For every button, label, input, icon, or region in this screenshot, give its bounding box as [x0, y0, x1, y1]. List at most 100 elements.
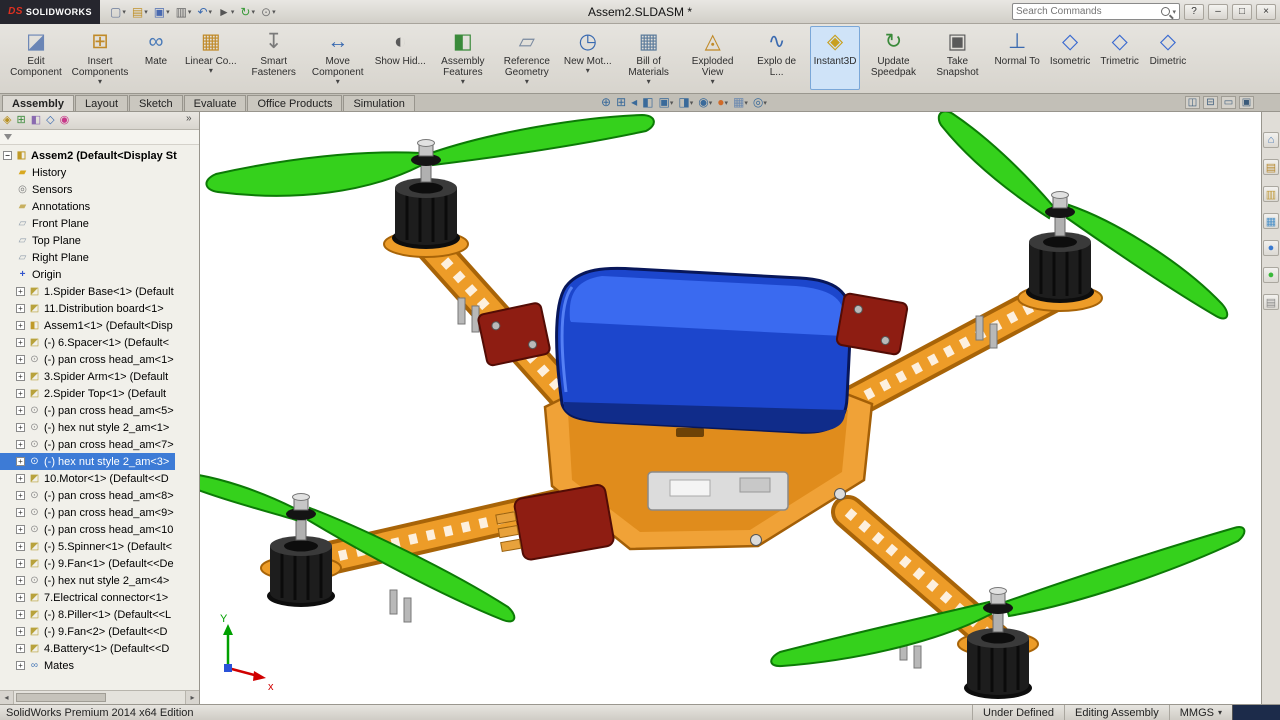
expander-icon[interactable] [16, 474, 25, 483]
pane-split-icon[interactable]: ◫ [1185, 96, 1200, 109]
appearances-icon[interactable]: ● [1263, 240, 1279, 256]
ribbon-button[interactable]: ⊥ Normal To [990, 26, 1043, 90]
close-button[interactable]: × [1256, 4, 1276, 20]
tree-item[interactable]: 3.Spider Arm<1> (Default [0, 368, 199, 385]
view-toolbar-button[interactable]: ◎ [752, 95, 768, 110]
view-toolbar-button[interactable]: ◧ [641, 95, 654, 110]
pane-minimize-icon[interactable]: ▭ [1221, 96, 1236, 109]
expander-icon[interactable] [16, 372, 25, 381]
command-tab[interactable]: Evaluate [184, 95, 247, 111]
propeller-bottom-left[interactable] [200, 474, 514, 622]
tree-item[interactable]: (-) hex nut style 2_am<3> [0, 453, 175, 470]
expander-icon[interactable] [16, 508, 25, 517]
ribbon-button[interactable]: ◈ Instant3D [810, 26, 861, 90]
tree-item[interactable]: (-) 9.Fan<2> (Default<<D [0, 623, 199, 640]
view-toolbar-button[interactable]: ● [716, 95, 729, 110]
ribbon-button[interactable]: ◪ Edit Component [5, 26, 67, 90]
expander-icon[interactable] [16, 406, 25, 415]
propertymanager-tab-icon[interactable]: ⊞ [16, 115, 25, 126]
displaymanager-tab-icon[interactable]: ◉ [60, 115, 70, 126]
tree-item[interactable]: (-) pan cross head_am<1> [0, 351, 199, 368]
expander-icon[interactable] [16, 559, 25, 568]
command-tab[interactable]: Sketch [129, 95, 183, 111]
expander-icon[interactable] [16, 440, 25, 449]
expander-icon[interactable] [16, 304, 25, 313]
distribution-board[interactable] [648, 472, 788, 510]
expander-icon[interactable] [16, 576, 25, 585]
ribbon-button[interactable]: ∿ Explo de L... [746, 26, 808, 90]
view-toolbar-button[interactable]: ▦ [732, 95, 749, 110]
quick-toolbar-button[interactable]: ► ▾ [216, 2, 236, 22]
command-tab[interactable]: Layout [75, 95, 128, 111]
tree-item[interactable]: 11.Distribution board<1> [0, 300, 199, 317]
tree-item[interactable]: 4.Battery<1> (Default<<D [0, 640, 199, 657]
quick-toolbar-button[interactable]: ▢ ▾ [108, 2, 128, 22]
panel-horizontal-scrollbar[interactable]: ◂ ▸ [0, 690, 199, 704]
tree-item[interactable]: 7.Electrical connector<1> [0, 589, 199, 606]
command-tab[interactable]: Assembly [2, 95, 74, 111]
scroll-left-icon[interactable]: ◂ [0, 691, 14, 704]
expander-icon[interactable] [16, 593, 25, 602]
expander-icon[interactable] [16, 287, 25, 296]
scroll-right-icon[interactable]: ▸ [185, 691, 199, 704]
tree-item[interactable]: (-) 8.Piller<1> (Default<<L [0, 606, 199, 623]
tree-item[interactable]: 1.Spider Base<1> (Default [0, 283, 199, 300]
resources-icon[interactable]: ⌂ [1263, 132, 1279, 148]
ribbon-button[interactable]: ↻ Update Speedpak [862, 26, 924, 90]
tree-item[interactable]: Assem2 (Default<Display St [0, 147, 199, 164]
tree-item[interactable]: (-) hex nut style 2_am<4> [0, 572, 199, 589]
expander-icon[interactable] [16, 321, 25, 330]
tree-item[interactable]: Right Plane [0, 249, 199, 266]
battery[interactable] [557, 268, 851, 432]
tree-item[interactable]: (-) 9.Fan<1> (Default<<De [0, 555, 199, 572]
expander-icon[interactable] [16, 627, 25, 636]
status-item[interactable]: Editing Assembly [1064, 705, 1169, 720]
command-tab[interactable]: Office Products [247, 95, 342, 111]
configurationmanager-tab-icon[interactable]: ◧ [31, 115, 41, 126]
ribbon-button[interactable]: ▦ Bill of Materials [618, 26, 680, 90]
pane-horizontal-icon[interactable]: ⊟ [1203, 96, 1218, 109]
view-toolbar-button[interactable]: ▣ [658, 95, 675, 110]
scenes-icon[interactable]: ● [1263, 267, 1279, 283]
expander-icon[interactable] [16, 338, 25, 347]
tree-item[interactable]: (-) pan cross head_am<9> [0, 504, 199, 521]
tree-item[interactable]: (-) pan cross head_am<7> [0, 436, 199, 453]
scroll-track[interactable] [14, 691, 185, 704]
quick-toolbar-button[interactable]: ▥ ▾ [174, 2, 194, 22]
view-toolbar-button[interactable]: ◂ [630, 95, 638, 110]
custom-properties-icon[interactable]: ▤ [1263, 294, 1279, 310]
graphics-viewport[interactable]: x Y [200, 112, 1261, 704]
pane-full-icon[interactable]: ▣ [1239, 96, 1254, 109]
tree-item[interactable]: Top Plane [0, 232, 199, 249]
tree-item[interactable]: 10.Motor<1> (Default<<D [0, 470, 199, 487]
quick-toolbar-button[interactable]: ↻ ▾ [238, 2, 257, 22]
panel-overflow-chevron[interactable]: » [186, 113, 192, 124]
expander-icon[interactable] [16, 457, 25, 466]
tree-item[interactable]: (-) hex nut style 2_am<1> [0, 419, 199, 436]
ribbon-button[interactable]: ◇ Dimetric [1145, 26, 1191, 90]
ribbon-button[interactable]: ◷ New Mot... [560, 26, 616, 90]
tree-item[interactable]: (-) pan cross head_am<10 [0, 521, 199, 538]
expander-icon[interactable] [16, 610, 25, 619]
filter-icon[interactable] [4, 134, 12, 140]
tree-item[interactable]: (-) pan cross head_am<8> [0, 487, 199, 504]
tree-item[interactable]: Origin [0, 266, 199, 283]
expander-icon[interactable] [16, 423, 25, 432]
tree-item[interactable]: Front Plane [0, 215, 199, 232]
search-commands-box[interactable]: ▾ [1012, 3, 1180, 20]
expander-icon[interactable] [16, 355, 25, 364]
scroll-thumb[interactable] [16, 693, 106, 702]
expander-icon[interactable] [16, 644, 25, 653]
connector-right[interactable] [836, 293, 908, 355]
graphics-area[interactable]: x Y [200, 112, 1261, 704]
dimxpertmanager-tab-icon[interactable]: ◇ [46, 115, 54, 126]
search-dropdown-icon[interactable]: ▾ [1172, 8, 1176, 16]
ribbon-button[interactable]: ◇ Trimetric [1096, 26, 1143, 90]
minimize-button[interactable]: – [1208, 4, 1228, 20]
expander-icon[interactable] [16, 542, 25, 551]
ribbon-button[interactable]: ↧ Smart Fasteners [243, 26, 305, 90]
view-palette-icon[interactable]: ▦ [1263, 213, 1279, 229]
featuremanager-tab-icon[interactable]: ◈ [3, 115, 11, 126]
maximize-button[interactable]: □ [1232, 4, 1252, 20]
ribbon-button[interactable]: ◇ Isometric [1046, 26, 1095, 90]
